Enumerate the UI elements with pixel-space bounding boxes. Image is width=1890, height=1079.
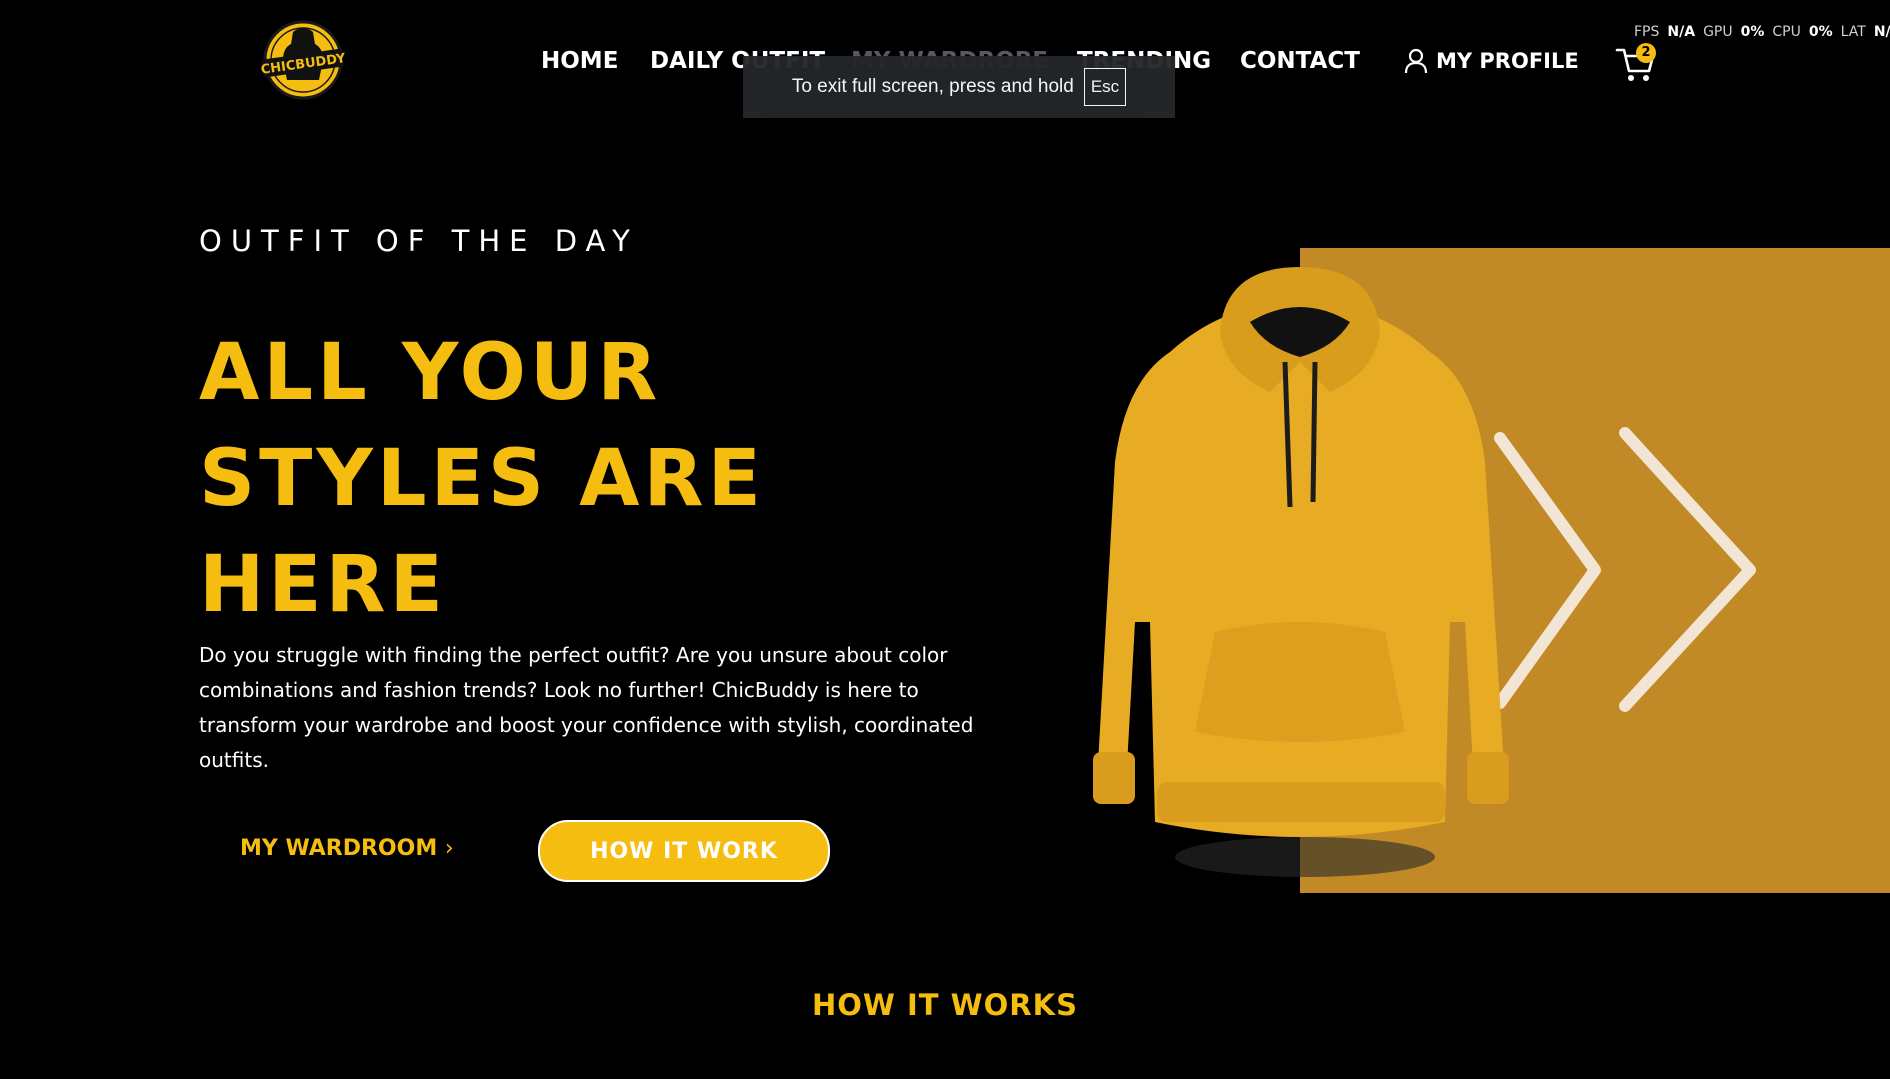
cpu-value: 0% [1808, 24, 1833, 40]
user-icon [1404, 48, 1428, 74]
fps-value: N/A [1667, 24, 1696, 40]
headline-line-2: STYLES ARE [199, 434, 765, 524]
chicbuddy-logo[interactable]: CHICBUDDY [257, 18, 349, 102]
hero-headline: ALL YOUR STYLES ARE HERE [199, 320, 899, 638]
gpu-label: GPU [1703, 24, 1733, 40]
cart-count-badge: 2 [1636, 43, 1656, 63]
performance-overlay: FPS N/A GPU 0% CPU 0% LAT N/A [1634, 24, 1890, 40]
page: CHICBUDDY HOME DAILY OUTFIT MY WARDROBE … [0, 0, 1890, 1079]
profile-label: MY PROFILE [1436, 49, 1579, 73]
hoodie-product-image[interactable] [1075, 262, 1525, 882]
my-wardroom-label: MY WARDROOM [240, 836, 438, 861]
hero-eyebrow: OUTFIT OF THE DAY [199, 224, 639, 258]
my-profile-link[interactable]: MY PROFILE [1404, 48, 1579, 74]
gpu-value: 0% [1740, 24, 1765, 40]
lat-value: N/A [1873, 24, 1890, 40]
chevron-right-icon: › [444, 836, 454, 861]
headline-line-1: ALL YOUR [199, 328, 662, 418]
how-it-work-button[interactable]: HOW IT WORK [538, 820, 830, 882]
fps-label: FPS [1634, 24, 1660, 40]
headline-line-3: HERE [199, 540, 447, 630]
fullscreen-exit-toast: To exit full screen, press and hold Esc [743, 56, 1175, 118]
esc-key-hint: Esc [1083, 68, 1127, 106]
my-wardroom-button[interactable]: MY WARDROOM › [240, 836, 454, 861]
nav-home[interactable]: HOME [541, 48, 618, 74]
nav-contact[interactable]: CONTACT [1240, 48, 1360, 74]
cpu-label: CPU [1772, 24, 1801, 40]
hero-description: Do you struggle with finding the perfect… [199, 643, 974, 772]
lat-label: LAT [1840, 24, 1866, 40]
toast-text: To exit full screen, press and hold [791, 76, 1074, 97]
how-it-works-heading: HOW IT WORKS [811, 988, 1078, 1022]
